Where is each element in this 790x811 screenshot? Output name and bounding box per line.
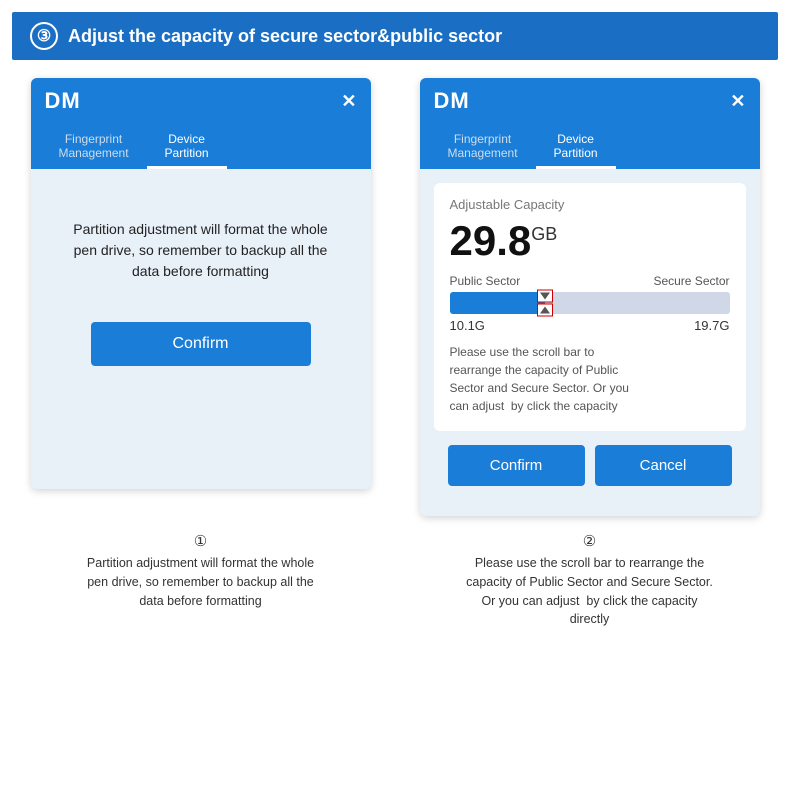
caption-text-2: Please use the scroll bar to rearrange t… — [403, 554, 776, 629]
hint-text: Please use the scroll bar torearrange th… — [450, 343, 730, 415]
main-area: DM ✕ Fingerprint Management Device Parti… — [0, 60, 790, 526]
cap-label: Adjustable Capacity — [450, 197, 730, 212]
dialog1-wrapper: DM ✕ Fingerprint Management Device Parti… — [14, 78, 387, 516]
dialog1-tabs: Fingerprint Management Device Partition — [31, 124, 371, 169]
dialog1-body: Partition adjustment will format the who… — [31, 169, 371, 489]
banner-text: Adjust the capacity of secure sector&pub… — [68, 26, 502, 47]
sector-left-label: Public Sector — [450, 274, 521, 288]
caption-num-2: ② — [403, 532, 776, 550]
slider-fill — [450, 292, 545, 314]
sector-labels: Public Sector Secure Sector — [450, 274, 730, 288]
dialog2-header: DM ✕ — [420, 78, 760, 124]
close-btn-2[interactable]: ✕ — [730, 91, 745, 112]
dialog2-wrapper: DM ✕ Fingerprint Management Device Parti… — [403, 78, 776, 516]
arrow-up-icon — [540, 307, 550, 314]
dm-logo-1: DM — [45, 88, 81, 114]
sector-right-label: Secure Sector — [653, 274, 729, 288]
tab1-fingerprint[interactable]: Fingerprint Management — [41, 124, 147, 169]
dialog1: DM ✕ Fingerprint Management Device Parti… — [31, 78, 371, 489]
caption-num-1: ① — [14, 532, 387, 550]
slider-handle[interactable] — [537, 290, 553, 317]
dialog2-tabs: Fingerprint Management Device Partition — [420, 124, 760, 169]
dialog2: DM ✕ Fingerprint Management Device Parti… — [420, 78, 760, 516]
warning-text: Partition adjustment will format the who… — [73, 219, 327, 282]
cap-unit: GB — [531, 224, 557, 244]
caption-row: ① Partition adjustment will format the w… — [0, 526, 790, 633]
dialog1-header: DM ✕ — [31, 78, 371, 124]
caption-text-1: Partition adjustment will format the who… — [14, 554, 387, 610]
slider-row[interactable] — [450, 292, 730, 314]
slider-bar[interactable] — [450, 292, 730, 314]
dm-logo-2: DM — [434, 88, 470, 114]
capacity-card: Adjustable Capacity 29.8GB Public Sector… — [434, 183, 746, 431]
caption-2: ② Please use the scroll bar to rearrange… — [403, 532, 776, 629]
cap-number: 29.8 — [450, 217, 532, 264]
close-btn-1[interactable]: ✕ — [341, 91, 356, 112]
step-circle: ③ — [30, 22, 58, 50]
top-banner: ③ Adjust the capacity of secure sector&p… — [12, 12, 778, 60]
handle-down-box[interactable] — [537, 290, 553, 303]
arrow-down-icon — [540, 293, 550, 300]
tab2-fingerprint[interactable]: Fingerprint Management — [430, 124, 536, 169]
confirm-button-2[interactable]: Confirm — [448, 445, 585, 486]
tab2-device-partition[interactable]: Device Partition — [536, 124, 616, 169]
dialog2-footer: Confirm Cancel — [434, 445, 746, 500]
cap-value: 29.8GB — [450, 218, 730, 264]
cancel-button-2[interactable]: Cancel — [595, 445, 732, 486]
val-left: 10.1G — [450, 318, 485, 333]
handle-up-box[interactable] — [537, 304, 553, 317]
confirm-button-1[interactable]: Confirm — [91, 322, 311, 366]
slider-values: 10.1G 19.7G — [450, 318, 730, 333]
tab1-device-partition[interactable]: Device Partition — [147, 124, 227, 169]
caption-1: ① Partition adjustment will format the w… — [14, 532, 387, 629]
dialog2-body: Adjustable Capacity 29.8GB Public Sector… — [420, 169, 760, 516]
val-right: 19.7G — [694, 318, 729, 333]
